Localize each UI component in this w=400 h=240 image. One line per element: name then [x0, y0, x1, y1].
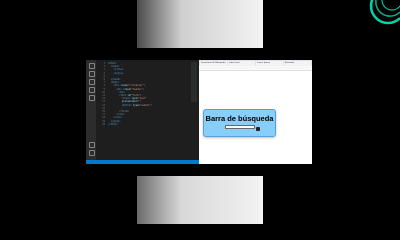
search-button[interactable]	[256, 127, 260, 131]
editor-pane[interactable]: 1 2 3 4 5 6 7 8 9 10 11 12 13 14 15 16 1…	[96, 60, 199, 160]
code-editor-window: 1 2 3 4 5 6 7 8 9 10 11 12 13 14 15 16 1…	[86, 60, 199, 164]
line-numbers: 1 2 3 4 5 6 7 8 9 10 11 12 13 14 15 16 1…	[102, 62, 105, 126]
search-icon[interactable]	[89, 71, 95, 77]
extensions-icon[interactable]	[89, 95, 95, 101]
browser-tabs: Formulario de Búsqueda index.html Lorem …	[199, 60, 312, 66]
status-bar	[86, 160, 199, 164]
browser-tab[interactable]: index.html	[228, 61, 255, 66]
browser-tab[interactable]: Lorem Ipsum	[256, 61, 283, 66]
circular-logo-icon	[356, 0, 400, 30]
browser-tab[interactable]: Formulario de Búsqueda	[200, 61, 227, 66]
minimap[interactable]	[191, 62, 197, 102]
screen-recording: 1 2 3 4 5 6 7 8 9 10 11 12 13 14 15 16 1…	[86, 60, 312, 164]
top-video-frame	[137, 0, 263, 48]
settings-icon[interactable]	[89, 150, 95, 156]
code-text[interactable]: <html> <head> <title> <style> </head> <b…	[108, 62, 152, 126]
browser-tab[interactable]: Buscador	[284, 61, 311, 66]
debug-icon[interactable]	[89, 87, 95, 93]
account-icon[interactable]	[89, 142, 95, 148]
search-input[interactable]	[224, 125, 255, 129]
activity-bar	[86, 60, 96, 160]
search-title: Barra de búsqueda	[205, 114, 274, 123]
search-card: Barra de búsqueda	[203, 109, 276, 137]
web-page: Barra de búsqueda	[199, 71, 312, 164]
browser-window: Formulario de Búsqueda index.html Lorem …	[199, 60, 312, 164]
files-icon[interactable]	[89, 63, 95, 69]
source-control-icon[interactable]	[89, 79, 95, 85]
bottom-video-frame	[137, 176, 263, 224]
